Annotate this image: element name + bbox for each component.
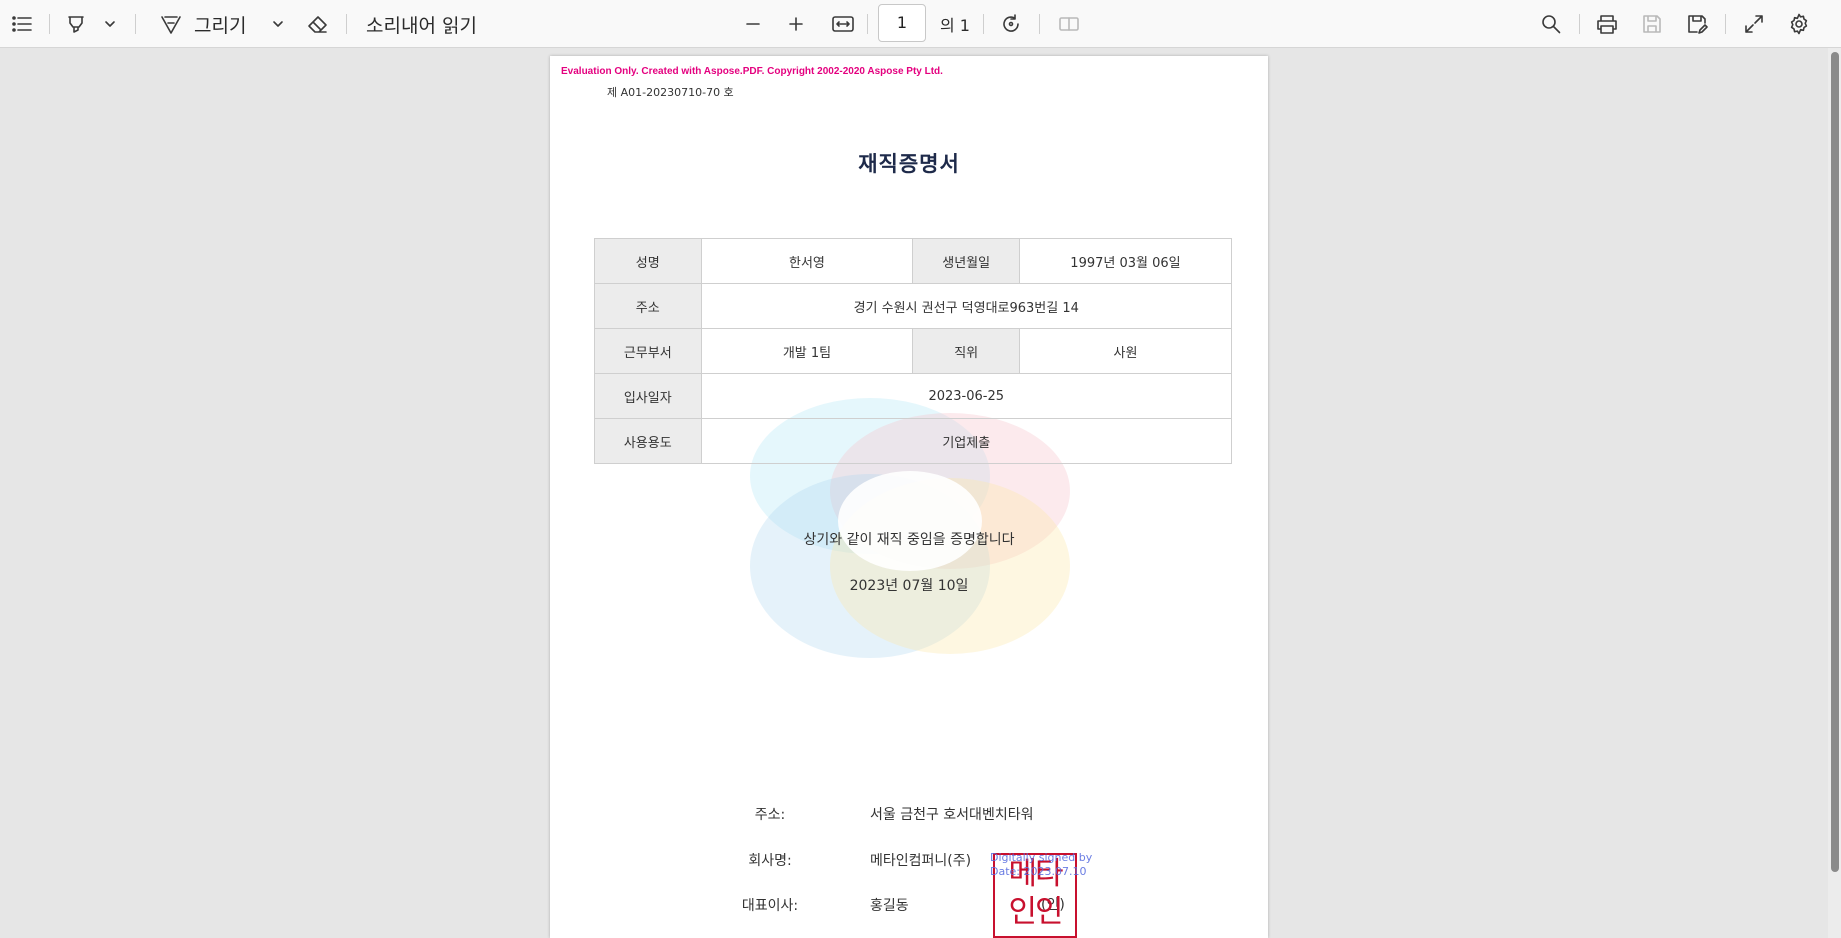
page-number-input[interactable]: 1 [878,4,926,42]
expand-icon [1745,15,1763,33]
toolbar-divider [1039,14,1040,34]
read-aloud-label: 소리내어 읽기 [366,14,477,37]
zoom-in-button[interactable] [782,0,810,48]
highlight-button[interactable] [62,0,90,48]
settings-button[interactable] [1784,0,1814,48]
signature-line-1: Digitally signed by [990,851,1093,864]
ceo-label: 대표이사: [741,898,799,914]
stamp-line-2: 인인 [1008,894,1063,930]
two-page-view-icon [1059,17,1079,31]
toolbar-divider [1579,14,1580,34]
save-button[interactable] [1637,0,1667,48]
print-button[interactable] [1592,0,1622,48]
toolbar-divider [1725,14,1726,34]
company-address-value: 서울 금천구 호서대벤치타워 [870,807,1034,823]
fit-to-width-button[interactable] [828,0,858,48]
list-icon [12,16,32,32]
erase-button[interactable] [303,0,333,48]
company-name-value: 메타인컴퍼니(주) [870,853,972,869]
ceo-value: 홍길동 [870,898,909,914]
fullscreen-button[interactable] [1739,0,1769,48]
pdf-toolbar: 그리기 소리내어 읽기 1 의 1 [0,0,1841,48]
minus-icon [746,23,760,25]
signature-line-2: Date: 2023.07.10 [990,865,1087,878]
digital-signature-note[interactable]: Digitally signed by Date: 2023.07.10 [990,851,1092,879]
search-icon [1542,15,1561,34]
toolbar-divider [346,14,347,34]
plus-icon [789,17,803,31]
pen-draw-icon [161,16,181,34]
zoom-out-button[interactable] [739,0,767,48]
toolbar-divider [867,14,868,34]
page-view-button[interactable] [1054,0,1084,48]
draw-label: 그리기 [194,14,247,37]
rotate-button[interactable] [996,0,1026,48]
search-button[interactable] [1536,0,1566,48]
toolbar-divider [49,14,50,34]
chevron-down-icon [273,21,283,27]
printer-icon [1597,15,1617,34]
scrollbar-thumb[interactable] [1831,52,1839,872]
company-name-label: 회사명: [748,853,792,869]
page-total: 의 1 [940,0,970,48]
highlighter-icon [68,16,84,33]
draw-tool-icon-button[interactable] [156,0,186,48]
page-total-label: 의 1 [940,16,970,35]
company-address-label: 주소: [754,807,786,823]
save-as-icon [1688,15,1708,34]
toolbar-divider [983,14,984,34]
draw-button[interactable]: 그리기 [194,0,246,48]
fit-width-icon [832,16,854,32]
vertical-scrollbar[interactable] [1828,48,1841,938]
save-icon [1643,15,1661,33]
chevron-down-icon [105,21,115,27]
save-as-button[interactable] [1682,0,1712,48]
toolbar-divider [135,14,136,34]
read-aloud-button[interactable]: 소리내어 읽기 [366,0,477,48]
draw-options-dropdown[interactable] [268,0,288,48]
company-info: 주소: 서울 금천구 호서대벤치타워 회사명: 메타인컴퍼니(주) 대표이사: … [550,56,1268,938]
rotate-icon [1003,14,1019,32]
gear-icon [1790,13,1808,35]
table-of-contents-button[interactable] [8,0,36,48]
highlight-options-dropdown[interactable] [100,0,120,48]
eraser-icon [308,16,327,33]
pdf-page: Evaluation Only. Created with Aspose.PDF… [550,56,1268,938]
